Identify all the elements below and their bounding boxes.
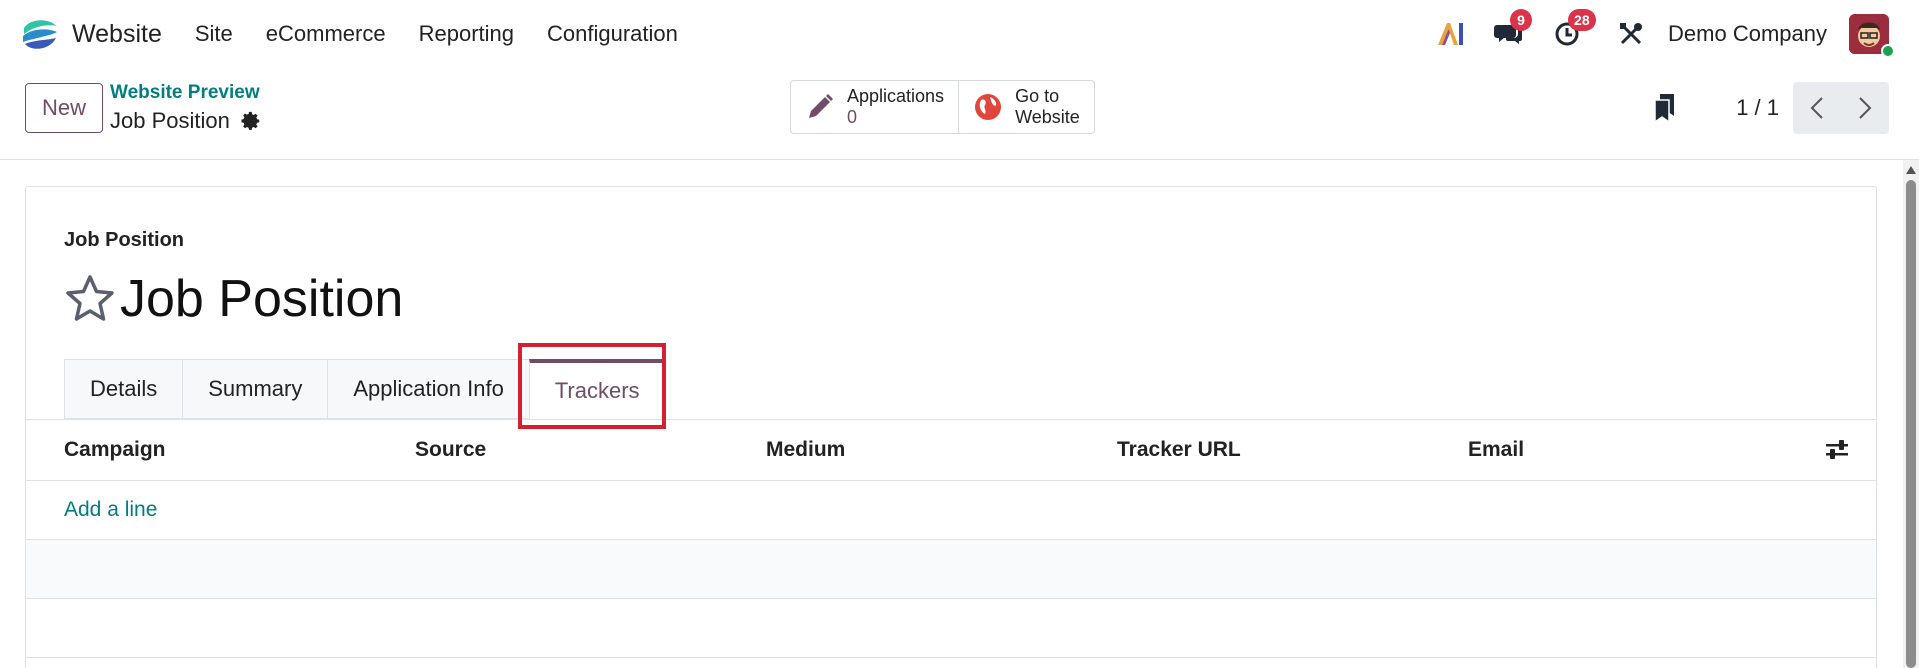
breadcrumb-current-label: Job Position	[110, 108, 230, 133]
form-tabs: Details Summary Application Info Tracker…	[64, 359, 666, 419]
ai-button[interactable]	[1434, 17, 1468, 51]
menu-item-configuration[interactable]: Configuration	[547, 21, 678, 47]
debug-tools-button[interactable]	[1614, 17, 1648, 51]
chevron-right-icon	[1859, 97, 1872, 119]
pager-buttons	[1793, 82, 1889, 134]
activities-button[interactable]: 28	[1550, 9, 1596, 51]
go-to-website-text: Go to Website	[1015, 86, 1080, 128]
trackers-list: Campaign Source Medium Tracker URL Email…	[26, 419, 1876, 658]
globe-icon	[975, 94, 1002, 120]
navbar-systray: 9 28 Demo Company	[1410, 0, 1895, 68]
pager-value[interactable]: 1 / 1	[1736, 95, 1779, 121]
messages-count-badge: 9	[1510, 9, 1533, 31]
breadcrumb-current: Job Position	[110, 108, 262, 134]
messages-button[interactable]: 9	[1492, 9, 1533, 51]
add-line-row: Add a line	[26, 481, 1876, 540]
pager-previous-button[interactable]	[1793, 82, 1841, 134]
scroll-thumb[interactable]	[1906, 180, 1916, 668]
bookmark-icon[interactable]	[1652, 92, 1678, 124]
tools-icon	[1620, 23, 1643, 45]
app-name: Website	[72, 19, 162, 48]
pager-next-button[interactable]	[1841, 82, 1889, 134]
column-tracker-url[interactable]: Tracker URL	[1117, 438, 1241, 462]
list-header: Campaign Source Medium Tracker URL Email	[26, 419, 1876, 481]
menu-item-reporting[interactable]: Reporting	[419, 21, 514, 47]
form-sheet: Job Position Job Position Details Summar…	[25, 186, 1877, 668]
menu-item-site[interactable]: Site	[195, 21, 233, 47]
tab-details[interactable]: Details	[64, 359, 183, 419]
user-avatar[interactable]	[1849, 14, 1895, 58]
column-medium[interactable]: Medium	[766, 438, 845, 462]
menu-item-ecommerce[interactable]: eCommerce	[266, 21, 386, 47]
go-to-line1: Go to	[1015, 86, 1060, 106]
go-to-line2: Website	[1015, 107, 1080, 127]
column-source[interactable]: Source	[415, 438, 486, 462]
pencil-icon	[809, 94, 833, 118]
online-status-dot	[1881, 44, 1895, 58]
star-icon[interactable]	[64, 273, 116, 325]
app-brand[interactable]: Website	[20, 14, 162, 54]
main-menu: Site eCommerce Reporting Configuration	[180, 21, 696, 47]
page-scrollbar[interactable]	[1903, 160, 1919, 668]
go-to-website-smart-button[interactable]: Go to Website	[958, 81, 1094, 133]
gear-icon[interactable]	[240, 110, 262, 132]
add-a-line-link[interactable]: Add a line	[64, 498, 157, 522]
chevron-left-icon	[1810, 97, 1823, 119]
control-panel: New Website Preview Job Position Applica…	[0, 68, 1919, 160]
pager-area: 1 / 1	[1652, 82, 1889, 134]
column-campaign[interactable]: Campaign	[64, 438, 166, 462]
empty-row	[26, 540, 1876, 599]
job-position-field-label: Job Position	[64, 229, 184, 251]
breadcrumb: Website Preview Job Position	[110, 82, 262, 134]
title-row: Job Position	[64, 269, 403, 329]
tab-summary[interactable]: Summary	[182, 359, 328, 419]
column-email[interactable]: Email	[1468, 438, 1524, 462]
job-position-title-input[interactable]: Job Position	[120, 269, 403, 329]
applications-smart-button[interactable]: Applications 0	[791, 81, 958, 133]
empty-row	[26, 599, 1876, 658]
top-navbar: Website Site eCommerce Reporting Configu…	[0, 0, 1919, 68]
sliders-icon[interactable]	[1824, 439, 1850, 461]
tab-trackers[interactable]: Trackers	[528, 359, 666, 419]
new-button[interactable]: New	[25, 83, 103, 133]
applications-text: Applications 0	[847, 86, 944, 128]
tab-application-info[interactable]: Application Info	[327, 359, 529, 419]
applications-label: Applications	[847, 86, 945, 106]
breadcrumb-website-preview[interactable]: Website Preview	[110, 82, 262, 104]
scroll-up-arrow[interactable]	[1906, 166, 1916, 174]
applications-value: 0	[847, 107, 858, 127]
smart-buttons: Applications 0 Go to Website	[790, 80, 1095, 134]
activities-count-badge: 28	[1568, 9, 1596, 31]
company-switcher[interactable]: Demo Company	[1668, 21, 1827, 47]
ai-icon	[1438, 23, 1464, 45]
website-logo-icon	[23, 20, 57, 49]
